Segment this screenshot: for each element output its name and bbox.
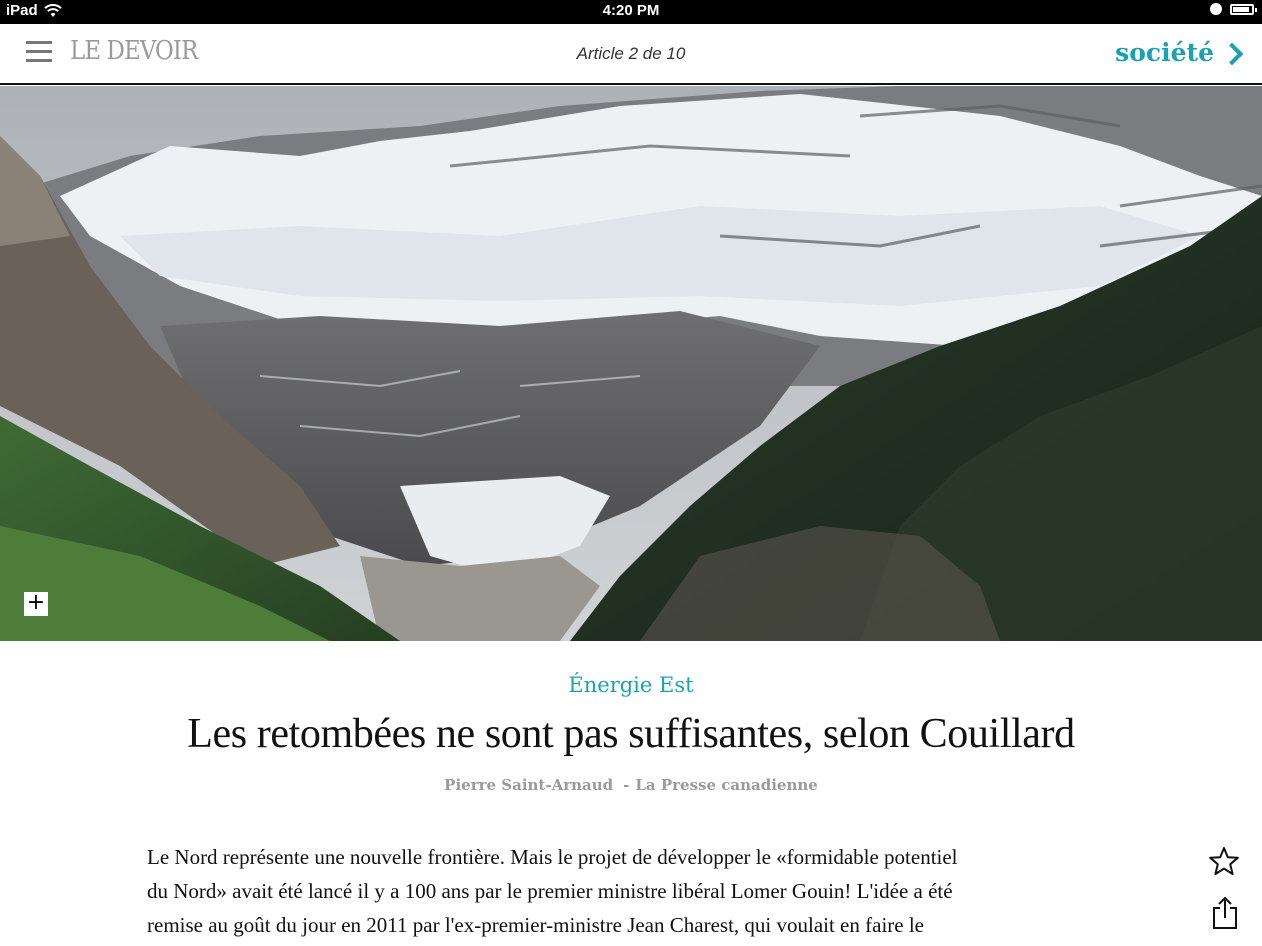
chevron-right-icon: [1220, 42, 1244, 65]
next-section-button[interactable]: société: [1115, 38, 1244, 67]
star-icon[interactable]: [1208, 846, 1240, 876]
byline-separator: -: [623, 776, 630, 794]
body-line: Le Nord représente une nouvelle frontièr…: [147, 845, 958, 869]
status-bar: iPad 4:20 PM: [0, 0, 1262, 24]
article-counter: Article 2 de 10: [576, 44, 686, 63]
status-time: 4:20 PM: [602, 2, 660, 19]
section-label: société: [1115, 38, 1214, 67]
nav-bar: LE DEVOIR Article 2 de 10 société: [0, 24, 1262, 85]
source-name: La Presse canadienne: [635, 776, 818, 794]
article-body: Le Nord représente une nouvelle frontièr…: [147, 840, 1127, 942]
body-line: du Nord» avait été lancé il y a 100 ans …: [147, 879, 953, 903]
battery-icon: [1230, 3, 1257, 15]
status-right: [1210, 3, 1257, 15]
author-name: Pierre Saint-Arnaud: [444, 776, 614, 794]
mountain-landscape-image: [0, 86, 1262, 641]
body-line: remise au goût du jour en 2011 par l'ex-…: [147, 913, 924, 937]
share-icon[interactable]: [1212, 896, 1238, 930]
article-kicker[interactable]: Énergie Est: [0, 673, 1262, 697]
expand-image-button[interactable]: +: [24, 592, 48, 616]
article-title: Les retombées ne sont pas suffisantes, s…: [187, 711, 1075, 757]
hero-image[interactable]: +: [0, 86, 1262, 641]
lock-icon: [1210, 3, 1222, 15]
byline: Pierre Saint-Arnaud - La Presse canadienne: [0, 776, 1262, 794]
